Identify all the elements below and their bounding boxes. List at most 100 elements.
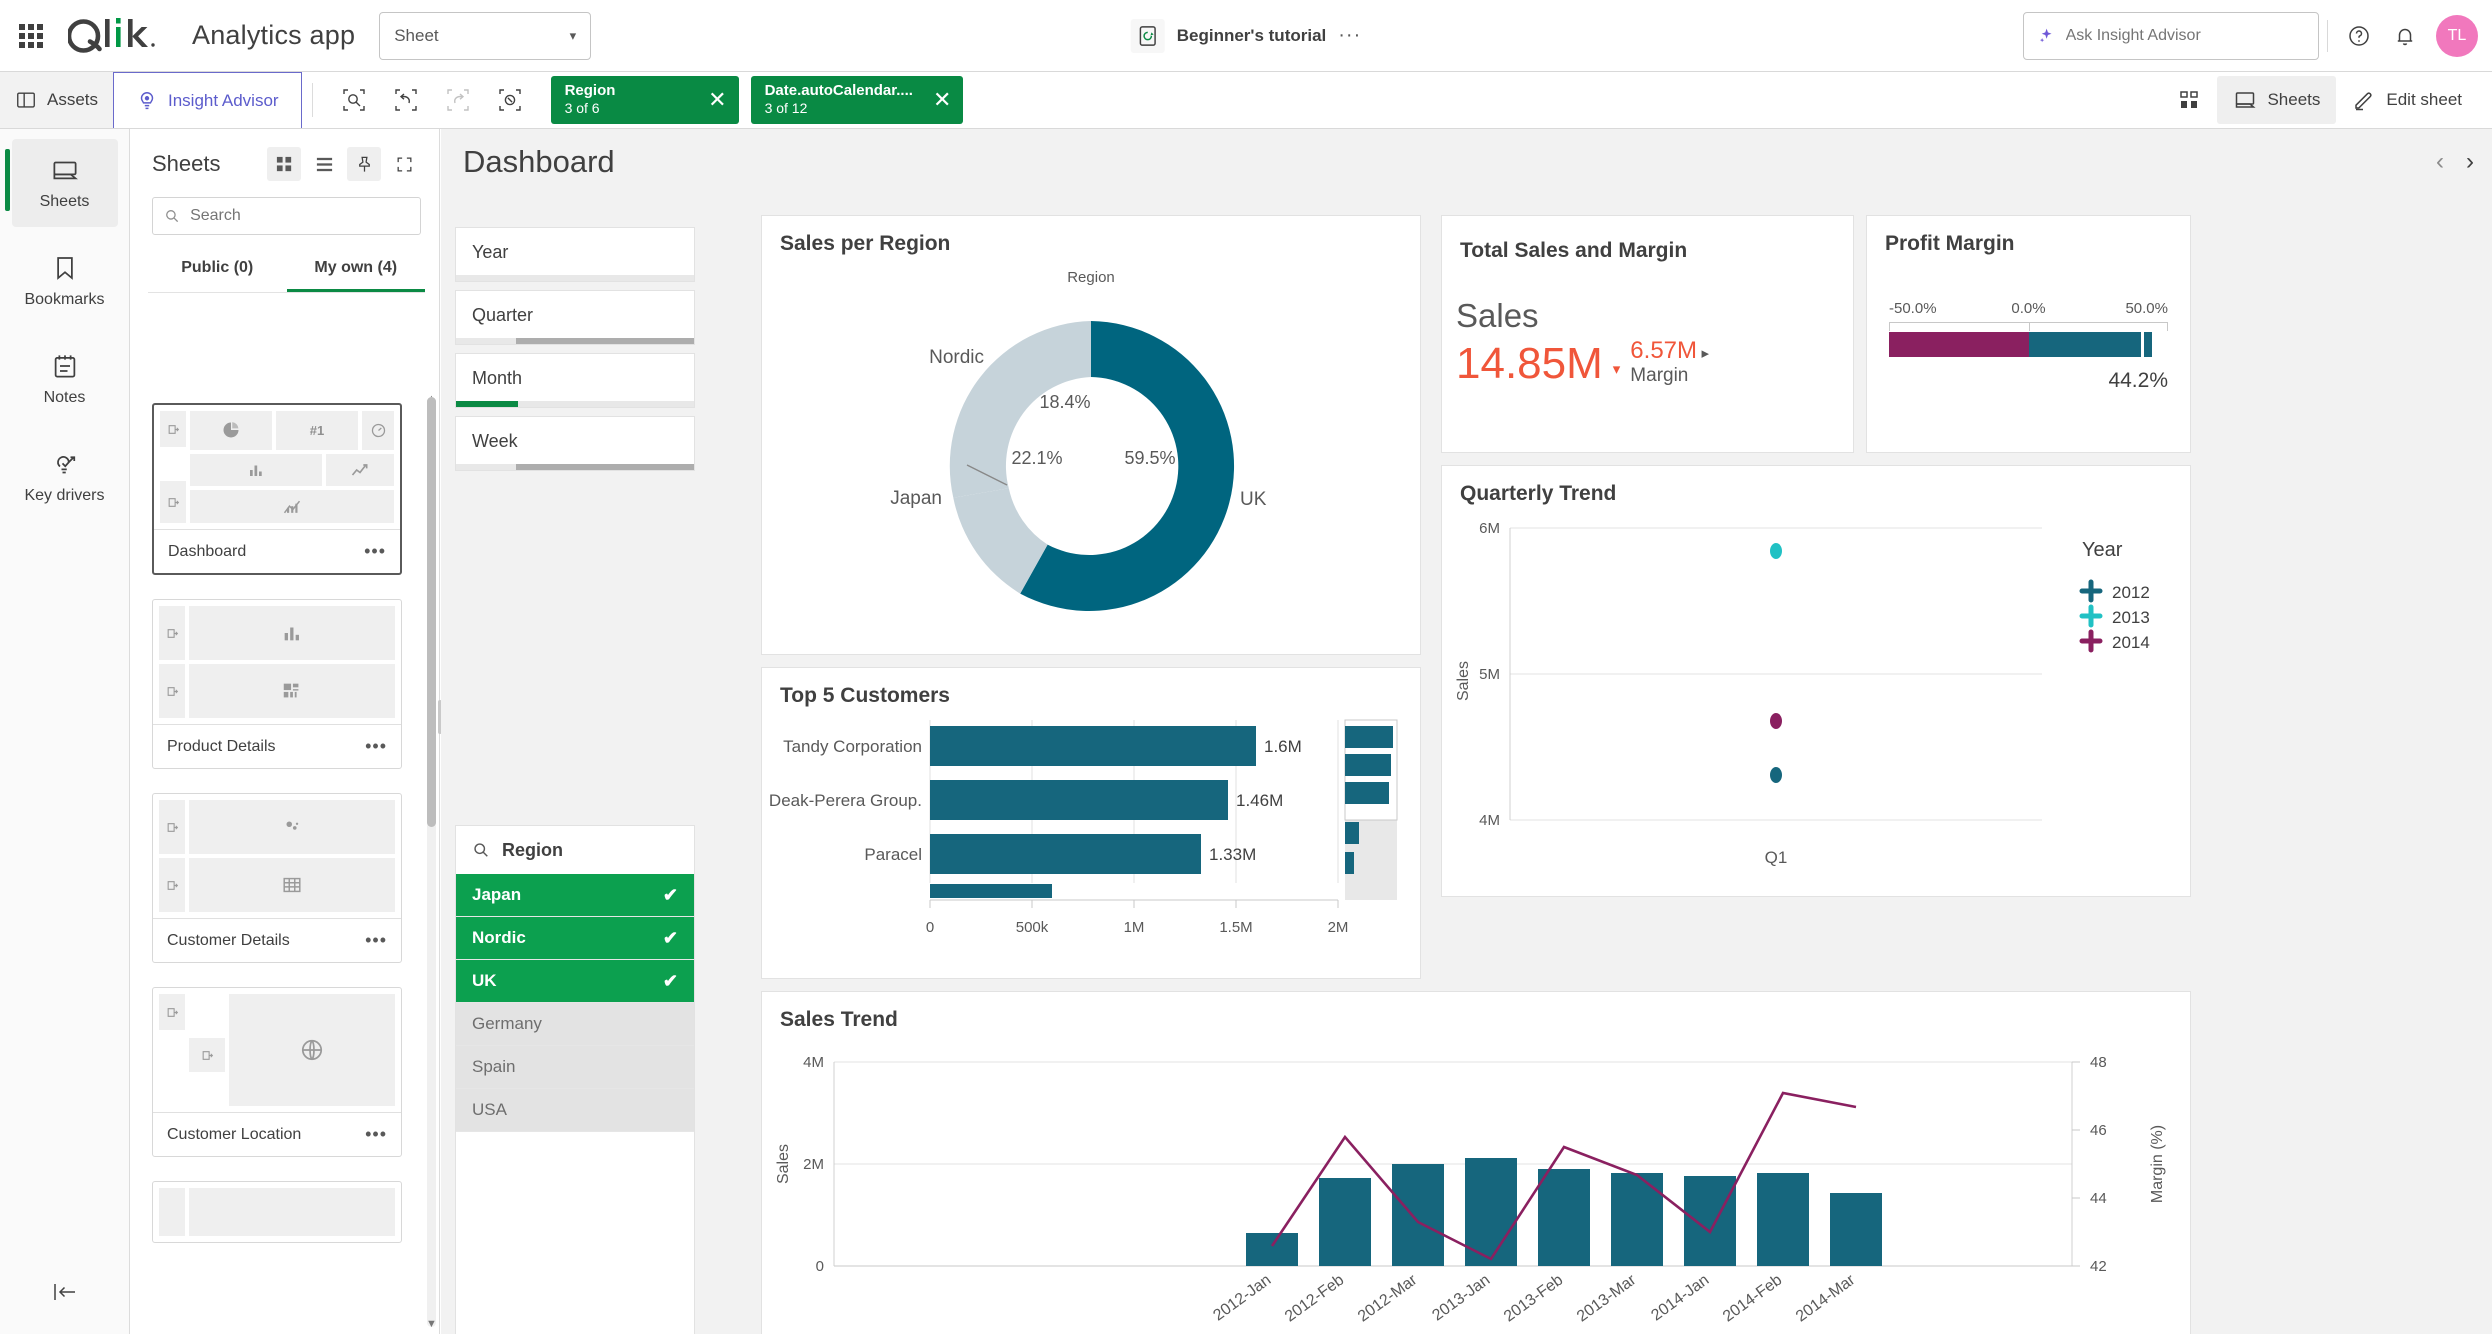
selection-chip[interactable]: Date.autoCalendar.... 3 of 12 ✕ <box>750 76 964 124</box>
chart-quarterly-trend[interactable]: Quarterly Trend 6M 5M 4M Sales Q1 Year 2… <box>1441 465 2191 897</box>
kpi-total-sales-margin[interactable]: Profit Margin Total Sales and Margin Sal… <box>1441 215 1854 453</box>
qlik-logo[interactable] <box>68 13 176 59</box>
prev-sheet-button[interactable]: ‹ <box>2436 148 2444 176</box>
chevron-down-icon: ▾ <box>569 27 577 43</box>
bar-deak-perera[interactable] <box>930 780 1228 820</box>
scatter-point-2013[interactable] <box>1770 543 1782 559</box>
list-item[interactable]: Customer Location ••• <box>152 987 402 1157</box>
search-input[interactable] <box>2065 26 2306 45</box>
close-icon[interactable]: ✕ <box>708 89 726 111</box>
sheet-type-selector[interactable]: Sheet ▾ <box>379 11 592 60</box>
bar-2014-mar[interactable] <box>1830 1193 1882 1266</box>
bar-2012-jan[interactable] <box>1246 1233 1298 1266</box>
tab-public[interactable]: Public (0) <box>148 251 287 292</box>
donut-chart-svg[interactable]: Region Nordic Japan UK 18.4% 22.1% 59.5% <box>762 256 1420 651</box>
tutorial-icon[interactable] <box>1130 18 1165 53</box>
sheets-search-box[interactable] <box>152 197 421 235</box>
help-icon[interactable] <box>2336 13 2382 59</box>
ask-insight-advisor-box[interactable] <box>2023 11 2319 60</box>
chart-profit-margin[interactable]: Profit Margin -50.0% 0.0% 50.0% 44.2% <box>1866 215 2191 453</box>
xtick-2: 2012-Mar <box>1355 1271 1421 1325</box>
legend-item-2013[interactable]: 2013 <box>2079 604 2150 628</box>
filter-month[interactable]: Month <box>455 353 695 408</box>
bar-2012-feb[interactable] <box>1319 1178 1371 1266</box>
clear-selections-icon[interactable] <box>487 77 533 123</box>
sidebar-item-bookmarks[interactable]: Bookmarks <box>12 237 118 325</box>
xtick-5: 2013-Mar <box>1574 1271 1640 1325</box>
scatter-point-2012[interactable] <box>1770 767 1782 783</box>
list-item[interactable]: Customer Details ••• <box>152 793 402 963</box>
sidebar-item-notes[interactable]: Notes <box>12 335 118 423</box>
scatter-point-2014[interactable] <box>1770 713 1782 729</box>
bullet-bar[interactable] <box>1889 332 2168 357</box>
legend-item-2012[interactable]: 2012 <box>2079 579 2150 603</box>
bar-2014-jan[interactable] <box>1684 1176 1736 1266</box>
xtick-6: 2014-Jan <box>1648 1271 1712 1324</box>
bar-2012-mar[interactable] <box>1392 1164 1444 1266</box>
region-item-spain[interactable]: Spain <box>456 1046 694 1089</box>
scrollbar[interactable] <box>427 397 436 1327</box>
region-item-germany[interactable]: Germany <box>456 1003 694 1046</box>
region-search-header[interactable]: Region <box>456 826 694 874</box>
collapse-panel-button[interactable] <box>0 1280 130 1304</box>
list-view-button[interactable] <box>307 147 341 181</box>
notes-icon <box>54 355 75 378</box>
expand-panel-button[interactable] <box>387 147 421 181</box>
region-item-uk[interactable]: UK ✔ <box>456 960 694 1003</box>
next-sheet-button[interactable]: › <box>2466 148 2474 176</box>
xtick-3: 1.5M <box>1219 919 1252 936</box>
bar-paracel[interactable] <box>930 834 1201 874</box>
scrollbar-thumb[interactable] <box>427 397 436 827</box>
edit-sheet-button[interactable]: Edit sheet <box>2336 76 2478 124</box>
avatar[interactable]: TL <box>2436 14 2478 57</box>
notifications-bell-icon[interactable] <box>2382 13 2428 59</box>
region-item-nordic[interactable]: Nordic ✔ <box>456 917 694 960</box>
filter-year[interactable]: Year <box>455 227 695 282</box>
filter-indicator-bar <box>456 275 694 281</box>
tab-my-own[interactable]: My own (4) <box>286 251 425 292</box>
pin-panel-button[interactable] <box>347 147 381 181</box>
sidebar-item-sheets[interactable]: Sheets <box>4 139 118 227</box>
app-overview-button[interactable] <box>2161 76 2217 124</box>
sheet-more-button[interactable]: ••• <box>365 1124 387 1145</box>
list-item[interactable]: #1 Dashboard ••• <box>152 403 402 575</box>
sidebar-item-key-drivers[interactable]: Key drivers <box>12 433 118 521</box>
close-icon[interactable]: ✕ <box>933 89 951 111</box>
kpi-trend-arrow: ▾ <box>1612 361 1621 379</box>
scroll-down-arrow[interactable]: ▼ <box>426 1318 437 1330</box>
tutorial-more-button[interactable]: ··· <box>1338 24 1361 47</box>
divider <box>311 83 313 117</box>
bar-2013-feb[interactable] <box>1538 1169 1590 1266</box>
list-item[interactable] <box>152 1181 402 1243</box>
chart-top5-customers[interactable]: Top 5 Customers Tandy Corporation Deak-P… <box>761 667 1421 979</box>
sales-trend-svg[interactable]: 4M 2M 0 Sales 48 46 44 42 Margin (%) 201… <box>762 1032 2190 1334</box>
filter-week[interactable]: Week <box>455 416 695 471</box>
selection-search-icon[interactable] <box>331 77 377 123</box>
grid-view-button[interactable] <box>267 147 301 181</box>
insight-advisor-button[interactable]: Insight Advisor <box>113 72 302 128</box>
step-back-icon[interactable] <box>383 77 429 123</box>
app-launcher-button[interactable] <box>0 23 62 48</box>
chart-sales-trend[interactable]: Sales Trend 4M 2M 0 Sales 48 46 44 42 Ma… <box>761 991 2191 1334</box>
region-item-usa[interactable]: USA <box>456 1089 694 1132</box>
quarterly-scatter-svg[interactable]: 6M 5M 4M Sales Q1 Year 2012 2013 2014 <box>1442 506 2190 896</box>
sheets-panel: Sheets Search Public (0) My own (4) #1 D… <box>130 129 440 1334</box>
assets-button[interactable]: Assets <box>0 72 113 128</box>
sheet-more-button[interactable]: ••• <box>365 930 387 951</box>
list-item[interactable]: Product Details ••• <box>152 599 402 769</box>
step-forward-icon[interactable] <box>435 77 481 123</box>
filter-quarter[interactable]: Quarter <box>455 290 695 345</box>
bar-tandy[interactable] <box>930 726 1256 766</box>
sheet-more-button[interactable]: ••• <box>364 541 386 562</box>
legend-item-2014[interactable]: 2014 <box>2079 629 2150 653</box>
bar-partial[interactable] <box>930 884 1052 898</box>
selection-chip[interactable]: Region 3 of 6 ✕ <box>550 76 739 124</box>
chart-sales-per-region[interactable]: Sales per Region Region Nordic Japan UK … <box>761 215 1421 655</box>
bar-2013-mar[interactable] <box>1611 1173 1663 1266</box>
search-input[interactable] <box>190 207 409 225</box>
region-item-japan[interactable]: Japan ✔ <box>456 874 694 917</box>
bar-2014-feb[interactable] <box>1757 1173 1809 1266</box>
sheet-more-button[interactable]: ••• <box>365 736 387 757</box>
top5-bar-chart-svg[interactable]: Tandy Corporation Deak-Perera Group. Par… <box>762 708 1420 976</box>
sheets-button[interactable]: Sheets <box>2217 76 2337 124</box>
